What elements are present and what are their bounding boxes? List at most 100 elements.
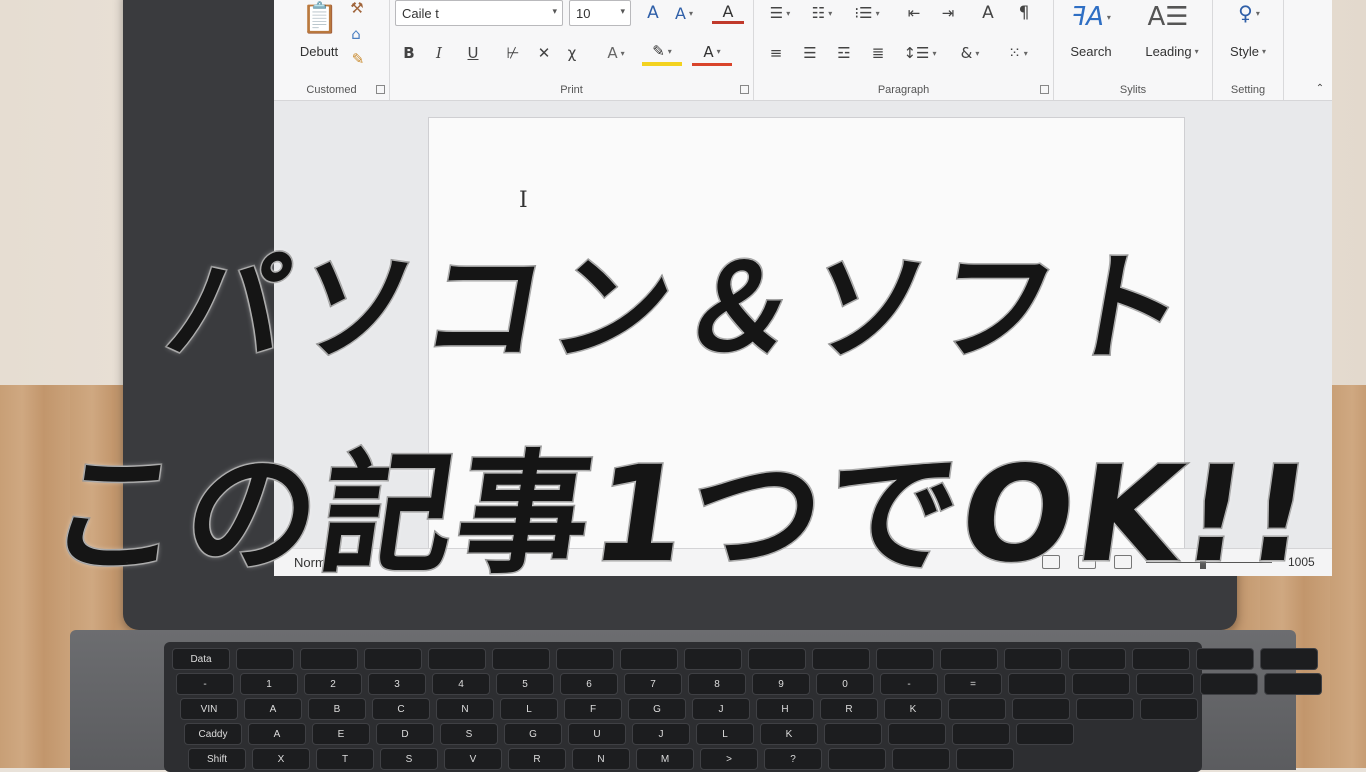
- shrink-font-icon[interactable]: A ▾: [670, 2, 698, 24]
- keyboard-key[interactable]: -: [880, 673, 938, 695]
- keyboard-key[interactable]: U: [568, 723, 626, 745]
- keyboard-key[interactable]: X: [252, 748, 310, 770]
- keyboard-key[interactable]: B: [308, 698, 366, 720]
- keyboard-key[interactable]: =: [944, 673, 1002, 695]
- keyboard-key[interactable]: R: [508, 748, 566, 770]
- keyboard-key[interactable]: 9: [752, 673, 810, 695]
- house-icon[interactable]: ⌂: [347, 25, 365, 43]
- keyboard-key[interactable]: ?: [764, 748, 822, 770]
- line-spacing-icon[interactable]: ↕☰ ▾: [902, 42, 938, 64]
- keyboard-key[interactable]: N: [572, 748, 630, 770]
- justify-icon[interactable]: ≣: [864, 42, 892, 64]
- keyboard-key[interactable]: R: [820, 698, 878, 720]
- keyboard-key[interactable]: [948, 698, 1006, 720]
- underline-button[interactable]: U: [460, 42, 486, 64]
- keyboard-key[interactable]: 5: [496, 673, 554, 695]
- keyboard-key[interactable]: Data: [172, 648, 230, 670]
- customed-launcher-icon[interactable]: [376, 85, 385, 94]
- keyboard-key[interactable]: H: [756, 698, 814, 720]
- shading-icon[interactable]: & ▾: [950, 42, 990, 64]
- keyboard-key[interactable]: [1132, 648, 1190, 670]
- debutt-button[interactable]: Debutt: [294, 42, 344, 60]
- keyboard-key[interactable]: [956, 748, 1014, 770]
- keyboard-key[interactable]: V: [444, 748, 502, 770]
- keyboard-key[interactable]: [556, 648, 614, 670]
- keyboard-key[interactable]: L: [500, 698, 558, 720]
- keyboard-key[interactable]: G: [628, 698, 686, 720]
- keyboard-key[interactable]: 4: [432, 673, 490, 695]
- keyboard-key[interactable]: A: [244, 698, 302, 720]
- keyboard-key[interactable]: S: [380, 748, 438, 770]
- sort-icon[interactable]: A: [974, 2, 1002, 24]
- text-effect-icon[interactable]: A ▾: [598, 42, 634, 64]
- pilcrow-icon[interactable]: ¶: [1010, 2, 1038, 24]
- bullets-icon[interactable]: ☰ ▾: [762, 2, 798, 24]
- keyboard-key[interactable]: [1072, 673, 1130, 695]
- keyboard-key[interactable]: [1196, 648, 1254, 670]
- grow-font-icon[interactable]: A: [642, 2, 664, 24]
- keyboard-key[interactable]: >: [700, 748, 758, 770]
- align-right-icon[interactable]: ☲: [830, 42, 858, 64]
- keyboard-key[interactable]: [1076, 698, 1134, 720]
- keyboard-key[interactable]: VIN: [180, 698, 238, 720]
- highlight-icon[interactable]: ✎ ▾: [642, 40, 682, 66]
- keyboard-key[interactable]: F: [564, 698, 622, 720]
- keyboard-key[interactable]: K: [884, 698, 942, 720]
- print-launcher-icon[interactable]: [740, 85, 749, 94]
- keyboard-key[interactable]: [888, 723, 946, 745]
- keyboard-key[interactable]: [300, 648, 358, 670]
- keyboard-key[interactable]: 8: [688, 673, 746, 695]
- align-left-icon[interactable]: ≡: [762, 42, 790, 64]
- font-size-select[interactable]: 10 ▾: [569, 0, 631, 26]
- search-button[interactable]: Search: [1060, 42, 1122, 60]
- keyboard-key[interactable]: 3: [368, 673, 426, 695]
- keyboard-key[interactable]: [1008, 673, 1066, 695]
- keyboard-key[interactable]: 2: [304, 673, 362, 695]
- keyboard-key[interactable]: K: [760, 723, 818, 745]
- font-color-2-icon[interactable]: A ▾: [692, 40, 732, 66]
- keyboard-key[interactable]: [236, 648, 294, 670]
- style-button[interactable]: Style ▾: [1219, 42, 1277, 60]
- keyboard-key[interactable]: [876, 648, 934, 670]
- keyboard-key[interactable]: [824, 723, 882, 745]
- keyboard-key[interactable]: [1264, 673, 1322, 695]
- keyboard-key[interactable]: J: [632, 723, 690, 745]
- keyboard-key[interactable]: [952, 723, 1010, 745]
- keyboard-key[interactable]: [1200, 673, 1258, 695]
- strikethrough-icon[interactable]: ⊬: [500, 42, 526, 64]
- keyboard-key[interactable]: 0: [816, 673, 874, 695]
- keyboard-key[interactable]: [620, 648, 678, 670]
- keyboard-key[interactable]: T: [316, 748, 374, 770]
- keyboard-key[interactable]: J: [692, 698, 750, 720]
- keyboard-key[interactable]: E: [312, 723, 370, 745]
- wrench-icon[interactable]: ⚒: [349, 0, 365, 17]
- keyboard-key[interactable]: D: [376, 723, 434, 745]
- clear-format-icon[interactable]: ✕: [532, 42, 556, 64]
- decrease-indent-icon[interactable]: ⇤: [900, 2, 928, 24]
- italic-button[interactable]: I: [430, 42, 448, 64]
- keyboard-key[interactable]: [428, 648, 486, 670]
- keyboard-key[interactable]: L: [696, 723, 754, 745]
- style-icon[interactable]: ♀ ▾: [1229, 0, 1269, 26]
- paint-brush-icon[interactable]: ✎: [351, 50, 365, 68]
- keyboard-key[interactable]: [812, 648, 870, 670]
- keyboard-key[interactable]: [1068, 648, 1126, 670]
- multilevel-icon[interactable]: ⁝☰ ▾: [846, 2, 888, 24]
- leading-button[interactable]: Leading ▾: [1136, 42, 1208, 60]
- keyboard-key[interactable]: [1140, 698, 1198, 720]
- keyboard-key[interactable]: -: [176, 673, 234, 695]
- keyboard-key[interactable]: [892, 748, 950, 770]
- keyboard-key[interactable]: N: [436, 698, 494, 720]
- keyboard-key[interactable]: [748, 648, 806, 670]
- keyboard-key[interactable]: 7: [624, 673, 682, 695]
- numbering-icon[interactable]: ☷ ▾: [804, 2, 840, 24]
- font-name-select[interactable]: Caile t ▾: [395, 0, 563, 26]
- leading-styles-icon[interactable]: A☰: [1140, 0, 1196, 34]
- keyboard-key[interactable]: [684, 648, 742, 670]
- keyboard-key[interactable]: [1012, 698, 1070, 720]
- keyboard-key[interactable]: [828, 748, 886, 770]
- clipboard-icon[interactable]: 📋: [301, 0, 338, 36]
- keyboard-key[interactable]: G: [504, 723, 562, 745]
- keyboard-key[interactable]: 6: [560, 673, 618, 695]
- keyboard-key[interactable]: M: [636, 748, 694, 770]
